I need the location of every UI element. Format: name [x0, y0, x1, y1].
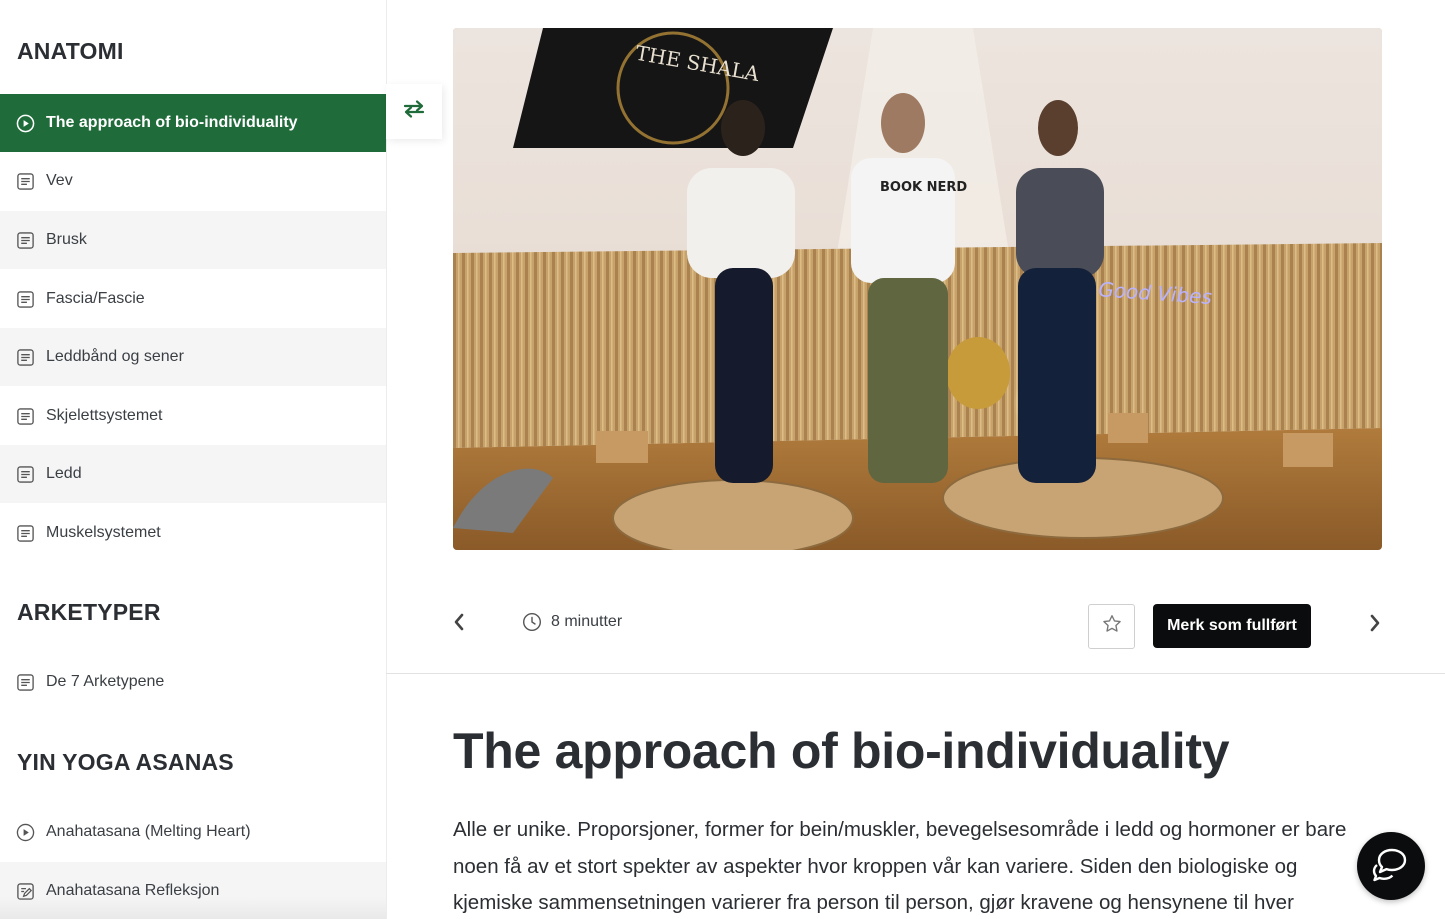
- chat-launcher-button[interactable]: [1357, 832, 1425, 900]
- document-icon: [16, 348, 35, 367]
- sidebar-item-label: Anahatasana (Melting Heart): [46, 823, 251, 840]
- previous-lesson-button[interactable]: [449, 613, 469, 636]
- document-icon: [16, 465, 35, 484]
- swap-arrows-icon: [402, 99, 426, 124]
- section-title-arketyper: ARKETYPER: [17, 599, 161, 625]
- play-circle-icon: [16, 114, 35, 133]
- sidebar-item-anahatasana-refleksjon[interactable]: Anahatasana Refleksjon: [0, 862, 386, 919]
- section-title-yin-yoga: YIN YOGA ASANAS: [17, 749, 234, 775]
- chat-bubbles-icon: [1371, 846, 1411, 887]
- lesson-duration: 8 minutter: [522, 612, 622, 632]
- sidebar-item-label: De 7 Arketypene: [46, 673, 165, 690]
- lesson-video-player[interactable]: THE SHALA Good Vibes BOOK NERD: [453, 28, 1382, 550]
- sidebar-item-label: Vev: [46, 172, 73, 189]
- sidebar-item-label: The approach of bio-individuality: [46, 114, 298, 131]
- mark-complete-button[interactable]: Merk som fullført: [1153, 604, 1311, 648]
- document-icon: [16, 407, 35, 426]
- sidebar-item-brusk[interactable]: Brusk: [0, 211, 386, 269]
- duration-text: 8 minutter: [551, 613, 623, 630]
- sidebar-item-leddband[interactable]: Leddbånd og sener: [0, 328, 386, 386]
- course-sidebar: ANATOMI The approach of bio-individualit…: [0, 0, 386, 919]
- play-circle-icon: [16, 823, 35, 842]
- sidebar-item-anahatasana[interactable]: Anahatasana (Melting Heart): [0, 803, 386, 861]
- sidebar-item-fascia[interactable]: Fascia/Fascie: [0, 270, 386, 328]
- sidebar-item-arketypene[interactable]: De 7 Arketypene: [0, 653, 386, 711]
- sidebar-item-label: Leddbånd og sener: [46, 348, 184, 365]
- chevron-right-icon: [1369, 614, 1381, 637]
- sidebar-item-skjelettsystemet[interactable]: Skjelettsystemet: [0, 387, 386, 445]
- sidebar-item-ledd[interactable]: Ledd: [0, 445, 386, 503]
- video-shirt-text: BOOK NERD: [880, 180, 967, 195]
- section-title-anatomi: ANATOMI: [17, 38, 124, 64]
- sidebar-item-label: Anahatasana Refleksjon: [46, 882, 220, 899]
- document-icon: [16, 172, 35, 191]
- document-icon: [16, 290, 35, 309]
- sidebar-item-bio-individuality[interactable]: The approach of bio-individuality: [0, 94, 386, 152]
- clock-icon: [522, 612, 542, 632]
- sidebar-item-vev[interactable]: Vev: [0, 152, 386, 210]
- star-icon: [1101, 613, 1123, 640]
- sidebar-item-label: Muskelsystemet: [46, 524, 161, 541]
- document-icon: [16, 524, 35, 543]
- lesson-controls-bar: 8 minutter Merk som fullført: [386, 590, 1445, 674]
- next-lesson-button[interactable]: [1365, 614, 1385, 637]
- document-icon: [16, 673, 35, 692]
- sidebar-item-muskelsystemet[interactable]: Muskelsystemet: [0, 504, 386, 562]
- lesson-body-text: Alle er unike. Proporsjoner, former for …: [453, 818, 1347, 914]
- lesson-title: The approach of bio-individuality: [453, 723, 1230, 779]
- video-frame-image: THE SHALA Good Vibes BOOK NERD: [453, 28, 1382, 550]
- sidebar-item-label: Skjelettsystemet: [46, 407, 163, 424]
- chevron-left-icon: [453, 613, 465, 636]
- document-icon: [16, 231, 35, 250]
- sidebar-toggle-button[interactable]: [386, 84, 442, 139]
- favorite-button[interactable]: [1088, 604, 1135, 649]
- edit-document-icon: [16, 882, 35, 901]
- sidebar-item-label: Ledd: [46, 465, 82, 482]
- sidebar-item-label: Brusk: [46, 231, 87, 248]
- sidebar-item-label: Fascia/Fascie: [46, 290, 145, 307]
